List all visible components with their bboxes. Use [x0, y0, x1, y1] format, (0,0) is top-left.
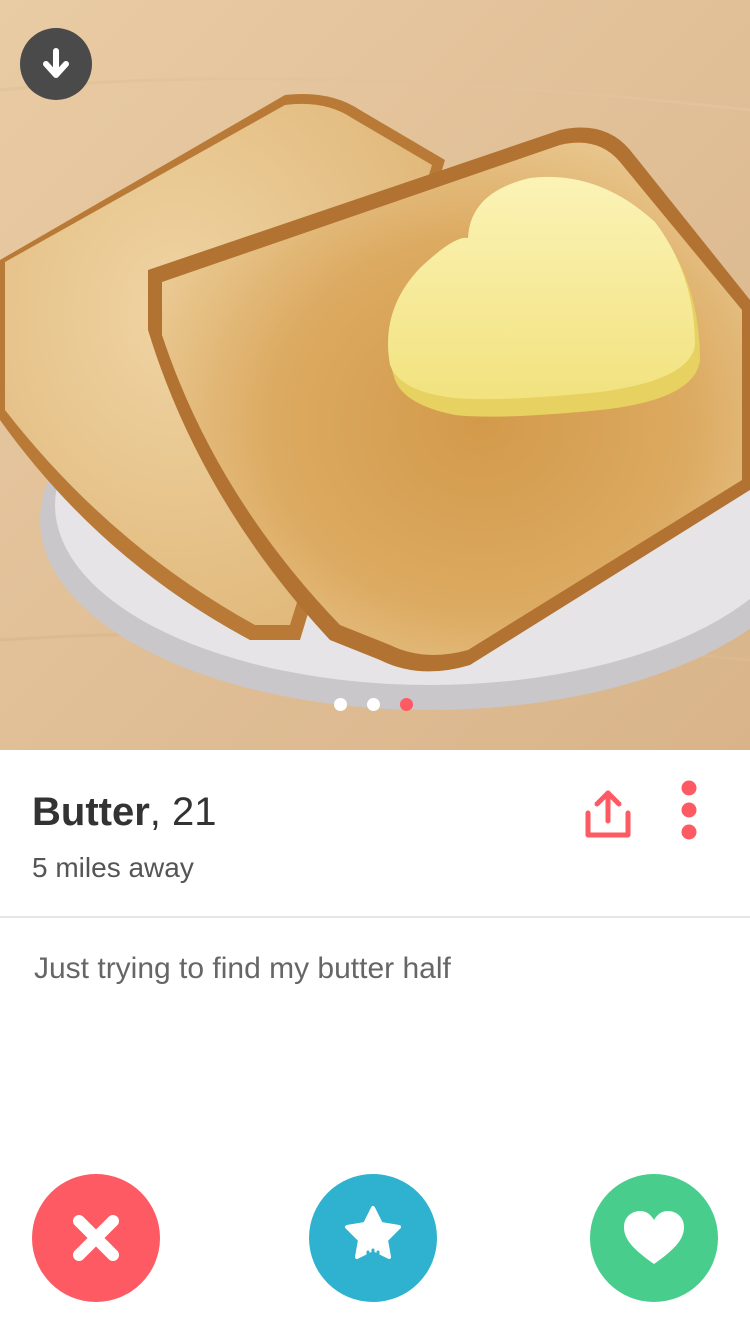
share-button[interactable]: [580, 787, 636, 843]
heart-icon: [624, 1211, 684, 1264]
profile-name: Butter: [32, 790, 150, 834]
arrow-down-icon: [43, 48, 69, 78]
photo-pager: [0, 698, 750, 714]
profile-photo[interactable]: [0, 0, 750, 750]
more-vertical-icon: [681, 780, 697, 840]
profile-age: , 21: [149, 790, 217, 834]
pager-dot: [333, 698, 347, 711]
pager-dot: [399, 698, 413, 711]
pager-dot: [366, 698, 380, 711]
share-icon: [585, 790, 631, 838]
nope-button[interactable]: [32, 1174, 160, 1302]
profile-name-age: Butter, 21: [32, 790, 217, 835]
super-like-button[interactable]: [309, 1174, 437, 1302]
more-options-button[interactable]: [672, 778, 706, 842]
close-x-icon: [73, 1215, 119, 1261]
section-divider: [0, 916, 750, 918]
super-like-star-icon: [345, 1206, 401, 1272]
profile-info: Butter, 21 5 miles away: [0, 750, 750, 916]
profile-distance: 5 miles away: [32, 852, 194, 883]
profile-bio: Just trying to find my butter half: [34, 952, 451, 985]
toast-photo-illustration: [0, 0, 750, 750]
collapse-profile-button[interactable]: [20, 28, 92, 100]
like-button[interactable]: [590, 1174, 718, 1302]
